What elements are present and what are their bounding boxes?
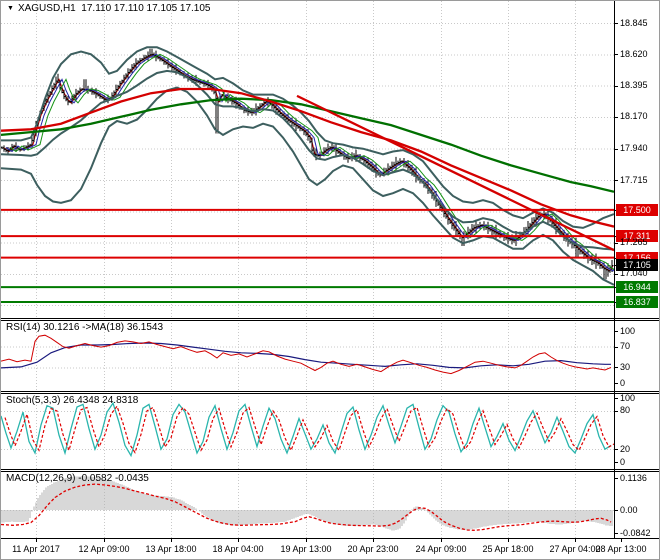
rsi-line	[1, 334, 612, 375]
time-axis-label: 18 Apr 04:00	[212, 544, 264, 554]
mt4-chart-window: ▼ XAGUSD,H1 17.110 17.110 17.105 17.105 R…	[0, 0, 660, 560]
time-axis-label: 25 Apr 18:00	[482, 544, 534, 554]
price-level-label: 16.837	[616, 296, 658, 308]
stoch-axis-label: 0	[620, 456, 626, 467]
stoch-axis-label: 20	[620, 443, 631, 454]
chart-title-ohlc: 17.110 17.110 17.105 17.105	[81, 3, 211, 14]
price-axis-label: 17.040	[620, 268, 648, 279]
time-axis-label: 19 Apr 13:00	[280, 544, 332, 554]
price-axis-label: 18.170	[620, 111, 648, 122]
price-axis[interactable]: 18.845 18.620 18.395 18.170 17.940 17.715 17.5…	[614, 1, 659, 538]
main-panel	[1, 1, 614, 318]
time-axis-label: 11 Apr 2017	[12, 544, 60, 554]
macd-indicator-label: MACD(12,26,9) -0.0582 -0.0435	[6, 473, 149, 484]
chart-title: ▼ XAGUSD,H1 17.110 17.110 17.105 17.105	[7, 3, 211, 14]
time-axis-label: 28 Apr 13:00	[595, 544, 647, 554]
time-axis-label: 27 Apr 04:00	[549, 544, 601, 554]
rsi-ma-line	[1, 342, 611, 369]
time-axis[interactable]: 11 Apr 2017 12 Apr 09:00 13 Apr 18:00 18 Ap…	[1, 538, 659, 559]
stoch-axis-label: 80	[620, 405, 631, 416]
rsi-axis-label: 100	[620, 325, 636, 336]
symbol-dropdown-icon[interactable]: ▼	[7, 5, 14, 12]
macd-axis-label: -0.0842	[620, 527, 651, 538]
stoch-axis-label: 100	[620, 392, 636, 403]
time-axis-label: 13 Apr 18:00	[145, 544, 197, 554]
rsi-axis-label: 0	[620, 377, 626, 388]
macd-axis-label: 0.1136	[620, 472, 647, 483]
time-axis-label: 24 Apr 09:00	[415, 544, 467, 554]
price-axis-label: 18.620	[620, 48, 648, 59]
price-axis-label: 18.395	[620, 80, 648, 91]
rsi-axis-label: 30	[620, 361, 631, 372]
time-axis-label: 12 Apr 09:00	[78, 544, 130, 554]
rsi-indicator-label: RSI(14) 30.1216 ->MA(18) 36.1543	[6, 322, 164, 333]
bollinger-middle-line	[1, 69, 614, 251]
price-level-label: 16.944	[616, 281, 658, 294]
ma-thin-green-line	[9, 53, 614, 270]
stoch-indicator-label: Stoch(5,3,3) 26.4348 24.8318	[6, 395, 139, 406]
rsi-axis-label: 70	[620, 341, 631, 352]
chart-title-symbol: XAGUSD,H1	[17, 3, 76, 14]
price-axis-label: 17.265	[620, 237, 648, 248]
macd-axis-label: 0.00	[620, 504, 638, 515]
price-axis-label: 17.940	[620, 143, 648, 154]
price-level-label: 17.500	[616, 203, 658, 216]
price-axis-label: 17.715	[620, 174, 648, 185]
time-axis-label: 20 Apr 23:00	[347, 544, 399, 554]
price-axis-label: 18.845	[620, 17, 648, 28]
